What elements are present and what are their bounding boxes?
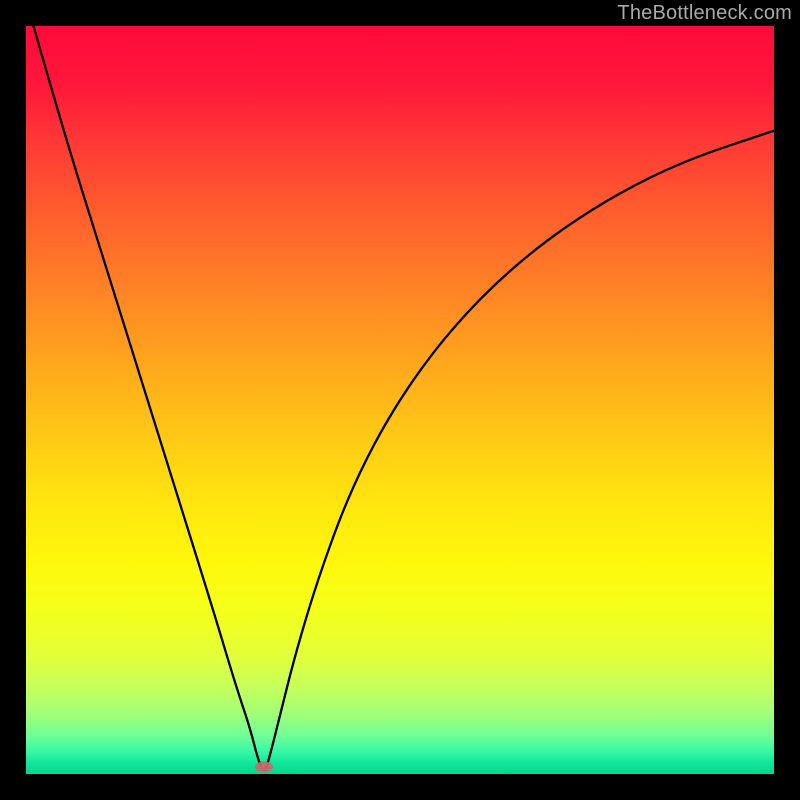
plot-area bbox=[26, 26, 774, 774]
gradient-background bbox=[26, 26, 774, 774]
minimum-marker bbox=[255, 761, 273, 772]
watermark-text: TheBottleneck.com bbox=[617, 2, 792, 25]
chart-frame: TheBottleneck.com bbox=[0, 0, 800, 800]
